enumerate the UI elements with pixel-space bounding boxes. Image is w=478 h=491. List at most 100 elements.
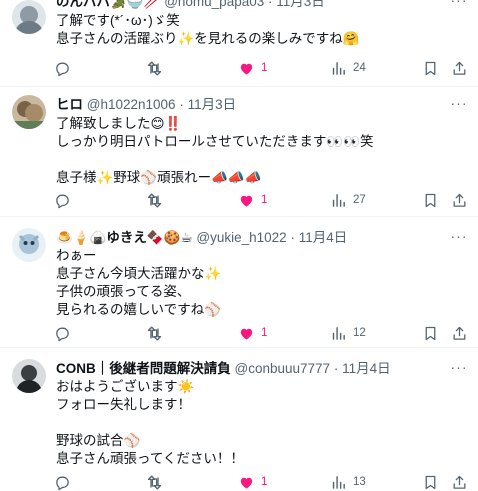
avatar[interactable] — [12, 95, 46, 129]
separator: · — [268, 0, 273, 9]
like-icon — [240, 477, 253, 489]
share-button[interactable] — [451, 56, 468, 80]
reply-tweet[interactable]: ヒロ @h1022n1006 · 11月3日 ··· 了解致しました😊‼️ しっ… — [0, 87, 478, 217]
avatar[interactable] — [12, 359, 46, 393]
text-line: 了解致しました😊‼️ — [56, 116, 182, 131]
bookmark-button[interactable] — [422, 188, 439, 212]
like-button[interactable]: 1 — [238, 56, 267, 80]
share-icon — [453, 193, 466, 207]
like-count: 1 — [261, 476, 268, 488]
retweet-button[interactable] — [146, 321, 169, 345]
tweet-text: 了解です(*´･ω･)ゞ笑 息子さんの活躍ぶり✨を見れるの楽しみですね🤗 — [56, 12, 468, 48]
view-count: 24 — [353, 62, 366, 74]
reply-icon — [56, 476, 69, 490]
more-options-icon[interactable]: ··· — [446, 228, 472, 248]
view-count: 27 — [353, 194, 366, 206]
reply-button[interactable] — [54, 56, 77, 80]
bookmark-button[interactable] — [422, 321, 439, 345]
display-name[interactable]: ヒロ — [56, 97, 83, 112]
like-count: 1 — [261, 62, 268, 74]
bookmark-button[interactable] — [422, 470, 439, 491]
view-count: 12 — [353, 327, 366, 339]
action-bar: 1 27 — [48, 188, 478, 212]
timestamp[interactable]: 11月3日 — [276, 0, 325, 9]
bookmark-icon — [425, 475, 436, 489]
like-count: 1 — [261, 194, 268, 206]
display-name[interactable]: 🍮🍦🍙ゆきえ🍫🍪☕ — [56, 230, 193, 245]
tweet-header: ヒロ @h1022n1006 · 11月3日 — [56, 95, 468, 115]
text-line — [56, 414, 468, 432]
like-button[interactable]: 1 — [238, 321, 267, 345]
handle[interactable]: @conbuuu7777 — [235, 361, 331, 376]
handle[interactable]: @nomu_papa03 — [164, 0, 264, 9]
timestamp[interactable]: 11月4日 — [342, 361, 391, 376]
reply-feed: のんパパ🐊🍚🥢 @nomu_papa03 · 11月3日 ··· 了解です(*´… — [0, 0, 478, 491]
avatar[interactable] — [12, 228, 46, 262]
views-icon — [332, 326, 345, 340]
share-icon — [453, 61, 466, 75]
more-options-icon[interactable]: ··· — [446, 95, 472, 115]
text-line — [56, 151, 468, 169]
reply-icon — [56, 327, 69, 341]
text-line: 了解です(*´･ω･)ゞ笑 — [56, 13, 180, 28]
like-icon — [240, 63, 253, 75]
text-line: 息子さん頑張ってください！！ — [56, 451, 244, 466]
reply-icon — [56, 62, 69, 76]
share-button[interactable] — [451, 188, 468, 212]
text-line: 子供の頑張ってる姿、 — [56, 284, 191, 299]
reply-tweet[interactable]: のんパパ🐊🍚🥢 @nomu_papa03 · 11月3日 ··· 了解です(*´… — [0, 0, 478, 87]
more-options-icon[interactable]: ··· — [446, 0, 472, 12]
views-icon — [332, 475, 345, 489]
like-icon — [240, 328, 253, 340]
share-button[interactable] — [451, 470, 468, 491]
text-line: フォロー失礼します！ — [56, 397, 191, 412]
like-count: 1 — [261, 327, 268, 339]
bookmark-button[interactable] — [422, 56, 439, 80]
retweet-icon — [147, 60, 162, 76]
share-icon — [453, 326, 466, 340]
like-button[interactable]: 1 — [238, 470, 267, 491]
text-line: わぁー — [56, 248, 97, 263]
tweet-header: のんパパ🐊🍚🥢 @nomu_papa03 · 11月3日 — [56, 0, 468, 12]
retweet-icon — [147, 325, 162, 341]
bookmark-icon — [425, 326, 436, 340]
handle[interactable]: @yukie_h1022 — [196, 230, 286, 245]
reply-tweet[interactable]: 🍮🍦🍙ゆきえ🍫🍪☕ @yukie_h1022 · 11月4日 ··· わぁー 息… — [0, 217, 478, 348]
timestamp[interactable]: 11月3日 — [188, 97, 237, 112]
more-options-icon[interactable]: ··· — [446, 359, 472, 379]
retweet-button[interactable] — [146, 188, 169, 212]
retweet-icon — [147, 474, 162, 490]
text-line: おはようございます☀️ — [56, 379, 195, 394]
views-button[interactable]: 27 — [330, 188, 366, 212]
retweet-button[interactable] — [146, 56, 169, 80]
views-button[interactable]: 24 — [330, 56, 366, 80]
text-line: 野球の試合⚾ — [56, 433, 141, 448]
text-line: 見られるの嬉しいですね⚾ — [56, 302, 221, 317]
tweet-header: CONB｜後継者問題解決請負 @conbuuu7777 · 11月4日 — [56, 359, 468, 379]
text-line: 息子様✨野球⚾頑張れー📣📣📣 — [56, 170, 262, 185]
views-button[interactable]: 12 — [330, 321, 366, 345]
tweet-text: わぁー 息子さん今頃大活躍かな✨ 子供の頑張ってる姿、 見られるの嬉しいですね⚾ — [56, 247, 468, 319]
handle[interactable]: @h1022n1006 — [87, 97, 176, 112]
display-name[interactable]: CONB｜後継者問題解決請負 — [56, 361, 231, 376]
like-icon — [240, 195, 253, 207]
display-name[interactable]: のんパパ🐊🍚🥢 — [56, 0, 160, 9]
retweet-icon — [147, 192, 162, 208]
share-button[interactable] — [451, 321, 468, 345]
text-line: 息子さん今頃大活躍かな✨ — [56, 266, 222, 281]
reply-button[interactable] — [54, 188, 77, 212]
separator: · — [333, 361, 339, 376]
tweet-header: 🍮🍦🍙ゆきえ🍫🍪☕ @yukie_h1022 · 11月4日 — [56, 228, 468, 248]
tweet-text: おはようございます☀️ フォロー失礼します！ 野球の試合⚾ 息子さん頑張ってくだ… — [56, 378, 468, 468]
reply-button[interactable] — [54, 470, 77, 491]
bookmark-icon — [425, 61, 436, 75]
bookmark-icon — [425, 193, 436, 207]
avatar[interactable] — [12, 0, 46, 34]
timestamp[interactable]: 11月4日 — [299, 230, 348, 245]
reply-button[interactable] — [54, 321, 77, 345]
views-button[interactable]: 13 — [330, 470, 366, 491]
retweet-button[interactable] — [146, 470, 169, 491]
action-bar: 1 13 — [48, 470, 478, 491]
reply-tweet[interactable]: CONB｜後継者問題解決請負 @conbuuu7777 · 11月4日 ··· … — [0, 348, 478, 491]
like-button[interactable]: 1 — [238, 188, 267, 212]
